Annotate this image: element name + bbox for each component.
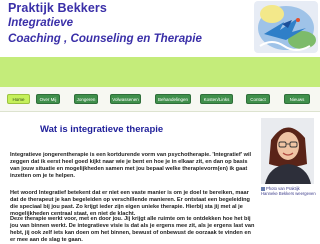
nav-over-mij[interactable]: Over Mij	[36, 94, 60, 104]
photo-caption-link[interactable]: Photo van Praktijk Hanneke Bekkers weerg…	[261, 186, 316, 196]
tagline-line-2: Coaching , Counseling en Therapie	[8, 32, 202, 45]
site-title[interactable]: Praktijk Bekkers	[8, 1, 107, 15]
intro-paragraph: Integratieve jongerentherapie is een kor…	[10, 152, 252, 180]
nav-home[interactable]: Home	[7, 94, 30, 104]
main-nav: Home Over Mij Jongeren Volwassenen Behan…	[0, 87, 320, 112]
page-title: Wat is integratieve therapie	[40, 124, 164, 135]
header-band	[0, 57, 320, 87]
portrait-photo[interactable]	[261, 118, 314, 184]
nav-contact[interactable]: Contact	[246, 94, 270, 104]
bird-logo-icon	[254, 1, 318, 53]
nav-jongeren[interactable]: Jongeren	[74, 94, 98, 104]
nav-nieuws[interactable]: Nieuws	[284, 94, 310, 104]
nav-behandelingen[interactable]: Behandelingen	[155, 94, 191, 104]
definition-paragraph: Het woord Integratief betekent dat er ni…	[10, 190, 250, 218]
nav-volwassenen[interactable]: Volwassenen	[110, 94, 141, 104]
tagline-line-1: Integratieve	[8, 16, 74, 29]
photo-caption-text: Photo van Praktijk Hanneke Bekkers weerg…	[261, 186, 316, 197]
nav-kosten-links[interactable]: Kosten/Links	[200, 94, 233, 104]
